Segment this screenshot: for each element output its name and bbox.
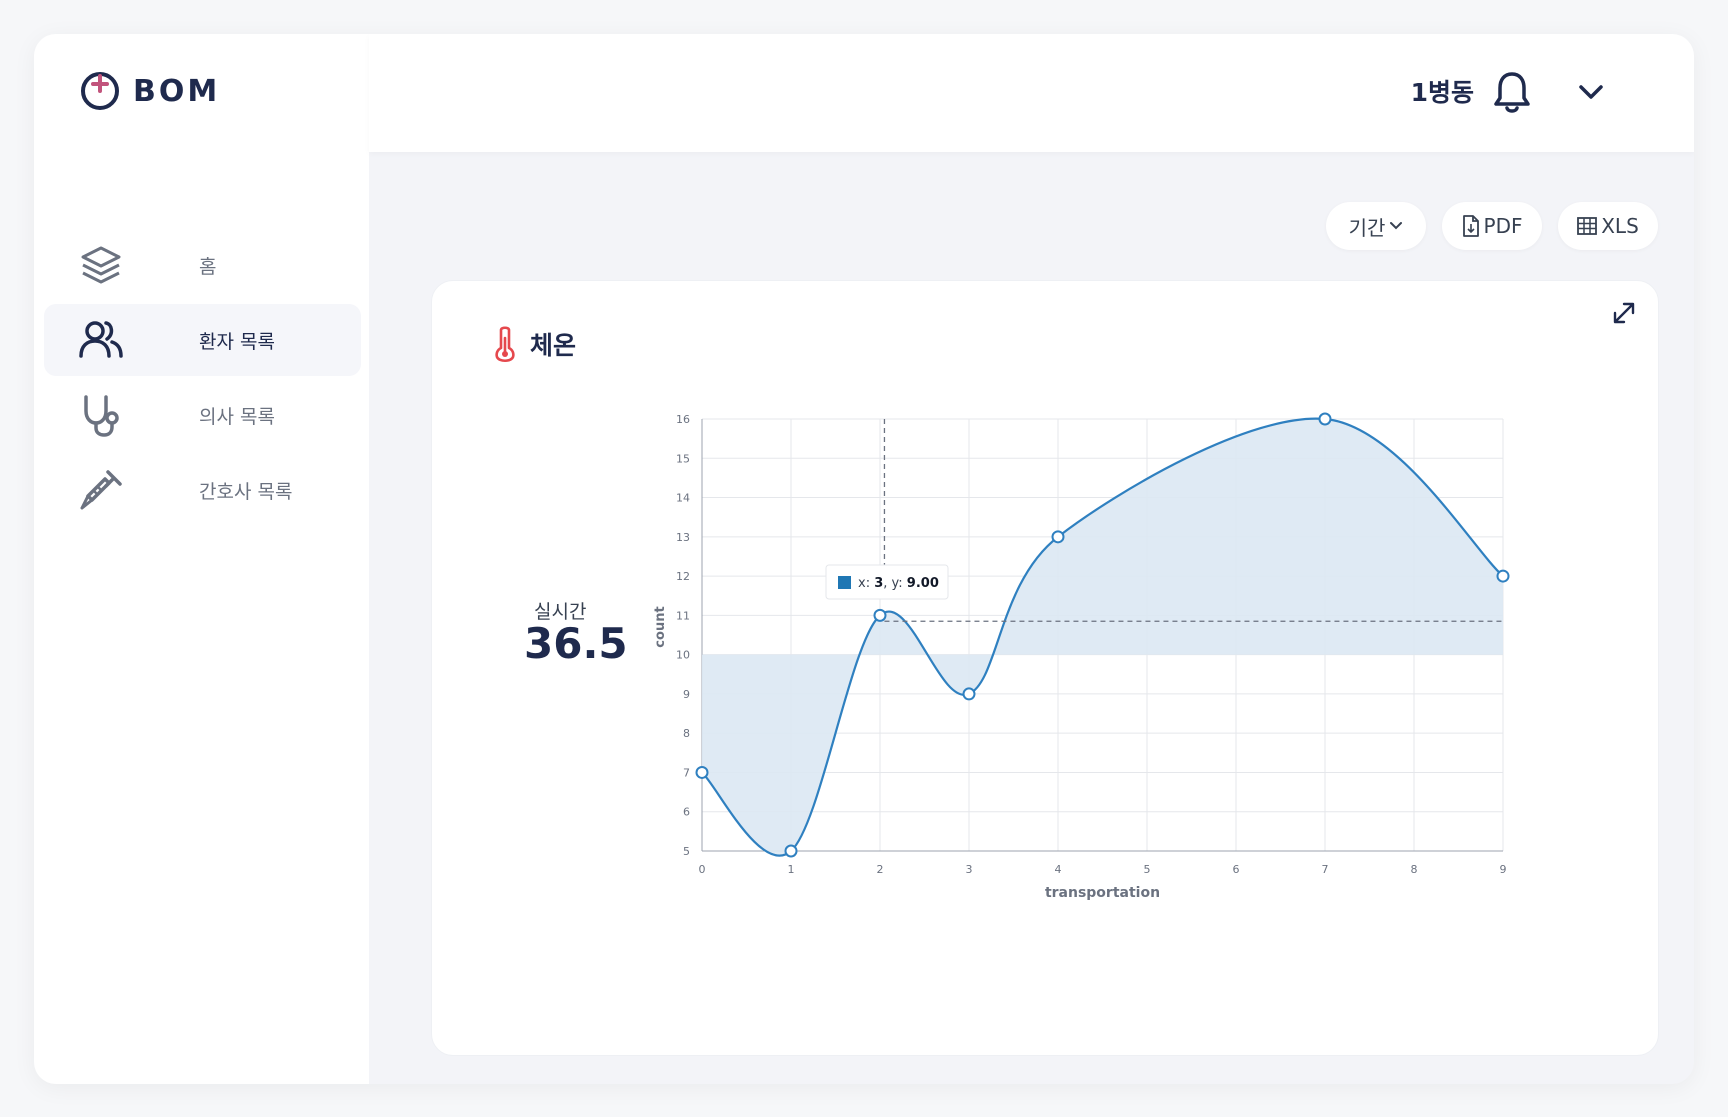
period-dropdown-button[interactable]: 기간 [1326,202,1426,250]
sidebar-item-label: 홈 [199,255,217,278]
y-tick-label: 16 [676,413,690,426]
y-tick-label: 8 [683,727,690,740]
y-tick-label: 13 [676,531,690,544]
stethoscope-icon [84,395,119,437]
data-point [695,765,709,779]
pdf-label: PDF [1483,214,1523,238]
y-axis-label: count [653,606,668,647]
y-tick-label: 15 [676,452,690,465]
table-icon [1577,217,1598,235]
data-point [962,687,976,701]
data-point [873,608,887,622]
x-tick-label: 7 [1322,863,1329,876]
temperature-card: 체온 실시간 36.5 0 1 2 3 4 5 6 7 8 9 5 6 7 8 9 10 11 12 13 14 15 1… [431,280,1659,1056]
chevron-down-icon [1390,222,1403,230]
sidebar-item-label: 의사 목록 [199,405,275,428]
y-tick-label: 5 [683,845,690,858]
y-tick-label: 11 [676,609,690,622]
sidebar-item-label: 환자 목록 [199,330,275,353]
sidebar-item-doctors[interactable]: 의사 목록 [44,379,361,451]
export-pdf-button[interactable]: PDF [1442,202,1542,250]
x-tick-label: 5 [1144,863,1151,876]
sidebar-item-patients[interactable]: 환자 목록 [44,304,361,376]
series-area [702,418,1503,856]
tooltip-text: x: 3, y: 9.00 [858,576,939,591]
top-bar: 1병동 [369,34,1694,152]
x-tick-label: 6 [1233,863,1240,876]
export-xls-button[interactable]: XLS [1558,202,1658,250]
y-tick-label: 12 [676,570,690,583]
file-pdf-icon [1462,215,1479,237]
x-tick-label: 2 [877,863,884,876]
sidebar-item-label: 간호사 목록 [199,480,293,503]
x-tick-label: 8 [1411,863,1418,876]
ward-selector-label[interactable]: 1병동 [1411,73,1474,109]
logo-text: BOM [133,73,221,109]
y-tick-label: 10 [676,649,690,662]
x-axis-label: transportation [1045,885,1160,901]
tooltip-swatch [838,576,851,589]
data-point [1051,530,1065,544]
data-point [784,844,798,858]
data-point [1318,412,1332,426]
sidebar-item-nurses[interactable]: 간호사 목록 [44,454,361,526]
syringe-icon [80,470,122,510]
temperature-chart: 0 1 2 3 4 5 6 7 8 95678910111213141516transportat… [653,412,1510,901]
y-tick-label: 14 [676,492,690,505]
x-tick-label: 4 [1055,863,1062,876]
sidebar-nav: 홈 환자 목록 의사 목록 간호사 목록 [44,229,361,529]
data-point [1496,569,1510,583]
xls-label: XLS [1601,214,1639,238]
y-tick-label: 7 [683,766,690,779]
x-tick-label: 9 [1500,863,1507,876]
y-tick-label: 9 [683,688,690,701]
bell-icon[interactable] [1492,70,1532,114]
app-window: BOM 홈 환자 목록 의사 목록 간호사 목록 1병동 기간 PDF XLS … [34,34,1694,1084]
y-tick-label: 6 [683,806,690,819]
users-icon [79,321,123,358]
logo[interactable]: BOM [79,70,220,112]
period-label: 기간 [1348,215,1386,240]
chevron-down-icon[interactable] [1574,78,1608,106]
layers-icon [81,246,121,284]
sidebar: BOM 홈 환자 목록 의사 목록 간호사 목록 [34,34,369,1084]
logo-icon [81,72,119,110]
sidebar-item-home[interactable]: 홈 [44,229,361,301]
x-tick-label: 1 [788,863,795,876]
x-tick-label: 3 [966,863,973,876]
export-toolbar: 기간 PDF XLS [1326,202,1658,250]
x-tick-label: 0 [699,863,706,876]
